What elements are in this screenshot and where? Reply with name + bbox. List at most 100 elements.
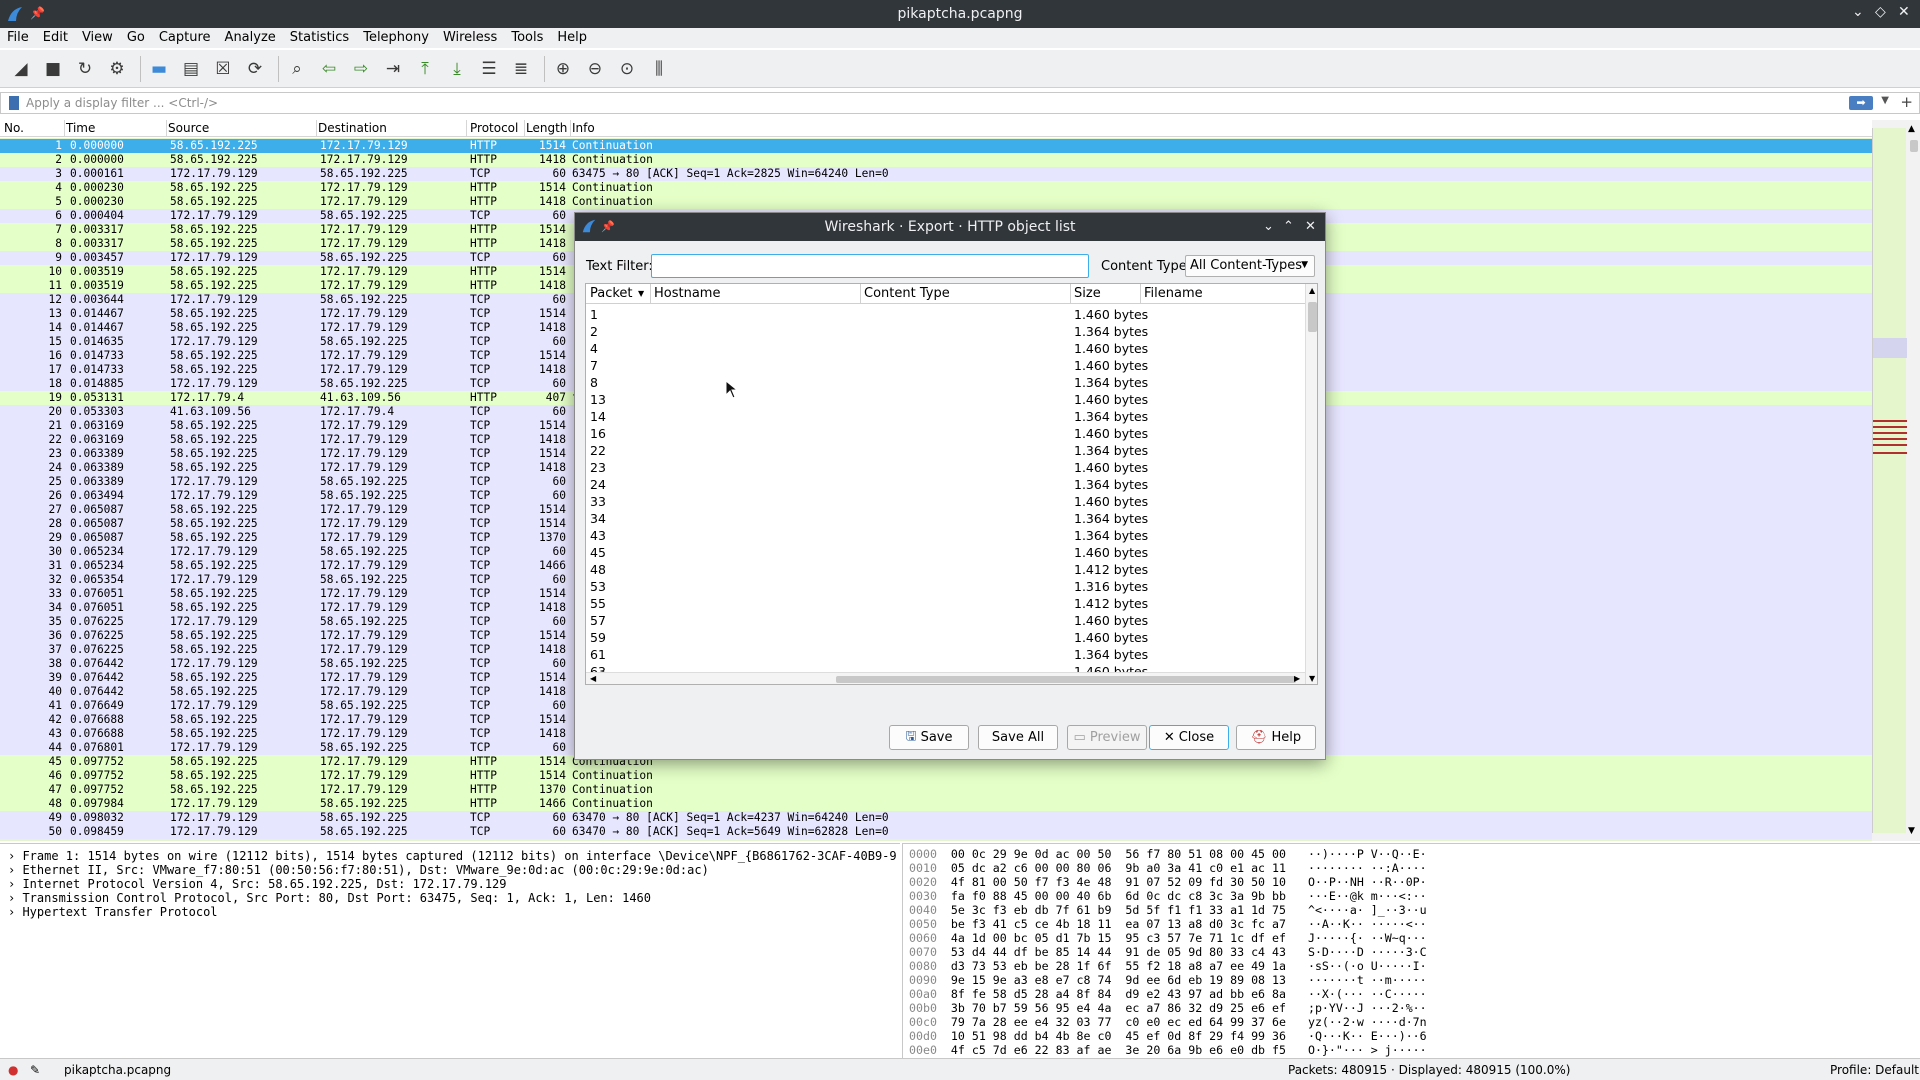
- dialog-column-hostname[interactable]: Hostname: [654, 286, 720, 301]
- expand-arrow-icon[interactable]: ›: [8, 849, 22, 863]
- save-all-button[interactable]: Save All: [978, 725, 1058, 750]
- packet-row[interactable]: 49 0.098032 172.17.79.129 58.65.192.225 TCP 6…: [0, 811, 1872, 825]
- dialog-minimize-icon[interactable]: ⌄: [1263, 213, 1274, 241]
- hex-row[interactable]: 00d0 10 51 98 dd b4 4b 8e c0 45 ef 0d 8f …: [909, 1029, 1427, 1043]
- dialog-pin-icon[interactable]: 📌: [601, 213, 615, 241]
- display-filter-bar[interactable]: Apply a display filter ... <Ctrl-/> ➡ ▼ …: [0, 92, 1920, 114]
- menu-item-help[interactable]: Help: [550, 28, 594, 48]
- http-object-row[interactable]: 61 1.364 bytes: [586, 646, 1305, 663]
- detail-tree-item[interactable]: › Hypertext Transfer Protocol: [8, 905, 218, 919]
- scroll-up-icon[interactable]: ▲: [1309, 286, 1315, 295]
- scroll-up-icon[interactable]: ▲: [1908, 124, 1915, 134]
- stop-capture-icon[interactable]: ■: [40, 56, 66, 82]
- scroll-right-icon[interactable]: ▶: [1294, 674, 1300, 683]
- packet-row[interactable]: 48 0.097984 172.17.79.129 58.65.192.225 HTTP…: [0, 797, 1872, 811]
- column-header-time[interactable]: Time: [66, 121, 95, 135]
- go-to-packet-icon[interactable]: ⇥: [380, 56, 406, 82]
- scroll-left-icon[interactable]: ◀: [590, 674, 596, 683]
- content-type-select[interactable]: All Content-Types ▼: [1185, 255, 1315, 277]
- menu-item-edit[interactable]: Edit: [36, 28, 75, 48]
- packet-row[interactable]: 47 0.097752 58.65.192.225 172.17.79.129 HTTP…: [0, 783, 1872, 797]
- save-file-icon[interactable]: ▤: [178, 56, 204, 82]
- dialog-maximize-icon[interactable]: ⌃: [1283, 213, 1294, 241]
- detail-tree-item[interactable]: › Frame 1: 1514 bytes on wire (12112 bit…: [8, 849, 897, 863]
- http-object-row[interactable]: 55 1.412 bytes: [586, 595, 1305, 612]
- hex-row[interactable]: 0030 fa f0 88 45 00 00 40 6b 6d 0c dc c8 …: [909, 889, 1427, 903]
- expand-arrow-icon[interactable]: ›: [8, 891, 22, 905]
- hex-row[interactable]: 0020 4f 81 00 50 f7 f3 4e 48 91 07 52 09 …: [909, 875, 1427, 889]
- pin-icon[interactable]: 📌: [30, 6, 45, 20]
- first-packet-icon[interactable]: ⤒: [412, 56, 438, 82]
- scroll-down-icon[interactable]: ▼: [1908, 826, 1915, 836]
- bookmark-icon[interactable]: [9, 96, 19, 110]
- capture-options-icon[interactable]: ⚙: [104, 56, 130, 82]
- close-file-icon[interactable]: ☒: [210, 56, 236, 82]
- zoom-in-icon[interactable]: ⊕: [550, 56, 576, 82]
- menu-item-file[interactable]: File: [0, 28, 36, 48]
- hex-row[interactable]: 0010 05 dc a2 c6 00 00 80 06 9b a0 3a 41 …: [909, 861, 1427, 875]
- close-button[interactable]: ✕ Close: [1149, 725, 1229, 750]
- close-window-icon[interactable]: ✕: [1898, 4, 1910, 20]
- hex-row[interactable]: 0070 53 d4 44 df be 85 14 44 91 de 05 9d …: [909, 945, 1427, 959]
- dialog-close-icon[interactable]: ✕: [1305, 213, 1316, 241]
- packet-row[interactable]: 2 0.000000 58.65.192.225 172.17.79.129 HTTP 1…: [0, 153, 1872, 167]
- http-object-row[interactable]: 4 1.460 bytes: [586, 340, 1305, 357]
- http-object-row[interactable]: 8 1.364 bytes: [586, 374, 1305, 391]
- open-file-icon[interactable]: ▬: [146, 56, 172, 82]
- packet-row[interactable]: 1 0.000000 58.65.192.225 172.17.79.129 HTTP 1…: [0, 139, 1872, 153]
- hex-row[interactable]: 0040 5e 3c f3 eb db 7f 61 b9 5d 5f f1 f1 …: [909, 903, 1427, 917]
- packet-bytes-pane[interactable]: 0000 00 0c 29 9e 0d ac 00 50 56 f7 80 51 …: [902, 843, 1920, 1058]
- dialog-column-packet[interactable]: Packet: [590, 286, 633, 301]
- http-object-row[interactable]: 14 1.364 bytes: [586, 408, 1305, 425]
- hex-row[interactable]: 0080 d3 73 53 eb be 28 1f 6f 55 f2 18 a8 …: [909, 959, 1427, 973]
- save-button[interactable]: 🖫 Save: [889, 725, 969, 750]
- dialog-column-size[interactable]: Size: [1074, 286, 1101, 301]
- http-object-row[interactable]: 53 1.316 bytes: [586, 578, 1305, 595]
- http-object-table[interactable]: Packet Hostname Content Type Size Filename ▼ …: [585, 283, 1318, 685]
- packet-row[interactable]: 5 0.000230 58.65.192.225 172.17.79.129 HTTP 1…: [0, 195, 1872, 209]
- scroll-down-icon[interactable]: ▼: [1309, 674, 1315, 683]
- http-object-row[interactable]: 34 1.364 bytes: [586, 510, 1305, 527]
- zoom-out-icon[interactable]: ⊖: [582, 56, 608, 82]
- http-object-row[interactable]: 23 1.460 bytes: [586, 459, 1305, 476]
- text-filter-input[interactable]: [651, 254, 1089, 278]
- autoscroll-icon[interactable]: ☰: [476, 56, 502, 82]
- table-horizontal-scrollbar[interactable]: ◀ ▶: [586, 672, 1305, 684]
- http-object-row[interactable]: 1 1.460 bytes: [586, 306, 1305, 323]
- http-object-row[interactable]: 24 1.364 bytes: [586, 476, 1305, 493]
- reload-file-icon[interactable]: ⟳: [242, 56, 268, 82]
- expand-arrow-icon[interactable]: ›: [8, 905, 22, 919]
- menu-item-view[interactable]: View: [75, 28, 120, 48]
- packet-details-pane[interactable]: › Frame 1: 1514 bytes on wire (12112 bit…: [0, 843, 900, 1058]
- hex-row[interactable]: 00c0 79 7a 28 ee e4 32 03 77 c0 e0 ec ed …: [909, 1015, 1427, 1029]
- column-header-info[interactable]: Info: [572, 121, 595, 135]
- http-object-row[interactable]: 16 1.460 bytes: [586, 425, 1305, 442]
- dialog-column-filename[interactable]: Filename: [1144, 286, 1203, 301]
- http-object-row[interactable]: 7 1.460 bytes: [586, 357, 1305, 374]
- last-packet-icon[interactable]: ⤓: [444, 56, 470, 82]
- preview-button[interactable]: ▭ Preview: [1067, 725, 1147, 750]
- scroll-thumb[interactable]: [836, 676, 1296, 683]
- hex-row[interactable]: 00e0 4f c5 7d e6 22 83 af ae 3e 20 6a 9b …: [909, 1043, 1427, 1057]
- hex-row[interactable]: 00b0 3b 70 b7 59 56 95 e4 4a ec a7 86 32 …: [909, 1001, 1427, 1015]
- menu-item-analyze[interactable]: Analyze: [218, 28, 283, 48]
- expert-info-icon[interactable]: ●: [8, 1063, 18, 1077]
- packet-row[interactable]: 3 0.000161 172.17.79.129 58.65.192.225 TCP 60…: [0, 167, 1872, 181]
- edit-comment-icon[interactable]: ✎: [30, 1063, 40, 1077]
- restart-capture-icon[interactable]: ↻: [72, 56, 98, 82]
- expand-arrow-icon[interactable]: ›: [8, 877, 22, 891]
- hex-row[interactable]: 0000 00 0c 29 9e 0d ac 00 50 56 f7 80 51 …: [909, 847, 1427, 861]
- http-object-row[interactable]: 45 1.460 bytes: [586, 544, 1305, 561]
- http-object-row[interactable]: 57 1.460 bytes: [586, 612, 1305, 629]
- go-back-icon[interactable]: ⇦: [316, 56, 342, 82]
- http-object-row[interactable]: 48 1.412 bytes: [586, 561, 1305, 578]
- colorize-icon[interactable]: ≣: [508, 56, 534, 82]
- packet-row[interactable]: 4 0.000230 58.65.192.225 172.17.79.129 HTTP 1…: [0, 181, 1872, 195]
- filter-history-chevron-icon[interactable]: ▼: [1881, 95, 1889, 106]
- hex-row[interactable]: 0050 be f3 41 c5 ce 4b 18 11 ea 07 13 a8 …: [909, 917, 1427, 931]
- expand-arrow-icon[interactable]: ›: [8, 863, 22, 877]
- scroll-thumb[interactable]: [1910, 140, 1918, 152]
- dialog-column-contenttype[interactable]: Content Type: [864, 286, 950, 301]
- hex-row[interactable]: 0060 4a 1d 00 bc 05 d1 7b 15 95 c3 57 7e …: [909, 931, 1427, 945]
- maximize-icon[interactable]: ◇: [1875, 4, 1886, 20]
